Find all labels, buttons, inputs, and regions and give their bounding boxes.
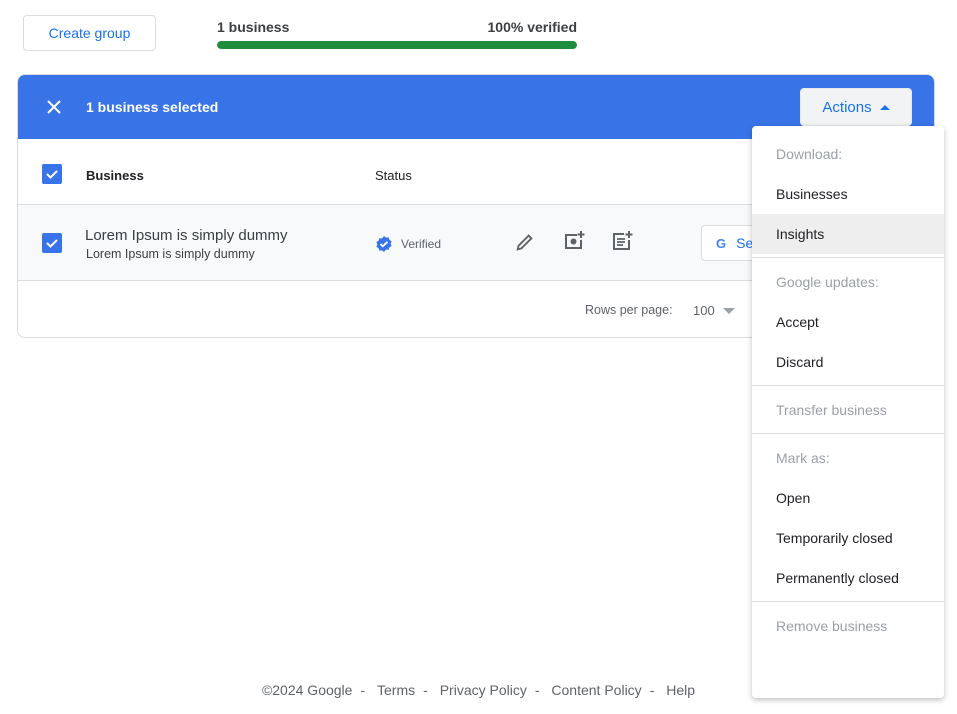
menu-item-discard[interactable]: Discard: [752, 342, 944, 382]
separator: -: [423, 682, 428, 698]
verification-progress-bar: [217, 41, 577, 49]
google-g-icon: G: [716, 235, 727, 251]
rows-per-page-label: Rows per page:: [585, 303, 673, 317]
menu-header-download: Download:: [776, 146, 843, 162]
privacy-link[interactable]: Privacy Policy: [440, 682, 527, 698]
menu-item-insights[interactable]: Insights: [752, 214, 944, 254]
menu-header-mark-as: Mark as:: [776, 450, 830, 466]
caret-up-icon: [879, 104, 890, 110]
status-badge: Verified: [375, 235, 441, 253]
edit-icon[interactable]: [514, 231, 536, 253]
content-policy-link[interactable]: Content Policy: [551, 682, 641, 698]
business-count: 1 business: [217, 19, 290, 35]
menu-item-accept[interactable]: Accept: [752, 302, 944, 342]
terms-link[interactable]: Terms: [377, 682, 415, 698]
menu-item-transfer-business: Transfer business: [776, 402, 887, 418]
check-icon: [46, 170, 58, 179]
menu-item-remove-business: Remove business: [776, 618, 888, 634]
add-post-icon[interactable]: [610, 229, 634, 253]
column-business[interactable]: Business: [86, 168, 144, 183]
menu-item-temporarily-closed[interactable]: Temporarily closed: [752, 518, 944, 558]
select-all-checkbox[interactable]: [42, 164, 62, 184]
create-group-button[interactable]: Create group: [23, 15, 156, 51]
footer: ©2024 Google - Terms - Privacy Policy - Con…: [0, 682, 957, 698]
separator: -: [360, 682, 366, 698]
copyright: ©2024 Google: [261, 682, 353, 698]
add-photo-icon[interactable]: [562, 229, 586, 253]
menu-item-businesses[interactable]: Businesses: [752, 174, 944, 214]
verified-percent: 100% verified: [487, 19, 578, 35]
row-checkbox[interactable]: [42, 233, 62, 253]
rows-per-page-select[interactable]: 100: [693, 303, 735, 318]
menu-item-permanently-closed[interactable]: Permanently closed: [752, 558, 944, 598]
verified-icon: [376, 236, 392, 252]
menu-item-open[interactable]: Open: [752, 478, 944, 518]
divider: [752, 257, 944, 258]
column-status[interactable]: Status: [375, 168, 412, 183]
rows-per-page-value: 100: [693, 303, 715, 318]
close-icon[interactable]: [42, 95, 66, 119]
google-button-label: Se: [736, 235, 754, 251]
actions-menu: Download: Businesses Insights Google upd…: [752, 126, 944, 698]
divider: [752, 433, 944, 434]
separator: -: [649, 682, 655, 698]
separator: -: [534, 682, 540, 698]
caret-down-icon: [722, 307, 735, 314]
progress-fill: [217, 41, 577, 49]
help-link[interactable]: Help: [666, 682, 695, 698]
divider: [752, 385, 944, 386]
status-text: Verified: [401, 237, 442, 251]
selection-count: 1 business selected: [86, 99, 219, 115]
check-icon: [46, 239, 58, 248]
actions-label: Actions: [822, 98, 872, 116]
divider: [752, 601, 944, 602]
business-address: Lorem Ipsum is simply dummy: [86, 247, 255, 261]
menu-header-google-updates: Google updates:: [776, 274, 879, 290]
business-name[interactable]: Lorem Ipsum is simply dummy: [85, 227, 288, 244]
actions-button[interactable]: Actions: [800, 88, 912, 126]
